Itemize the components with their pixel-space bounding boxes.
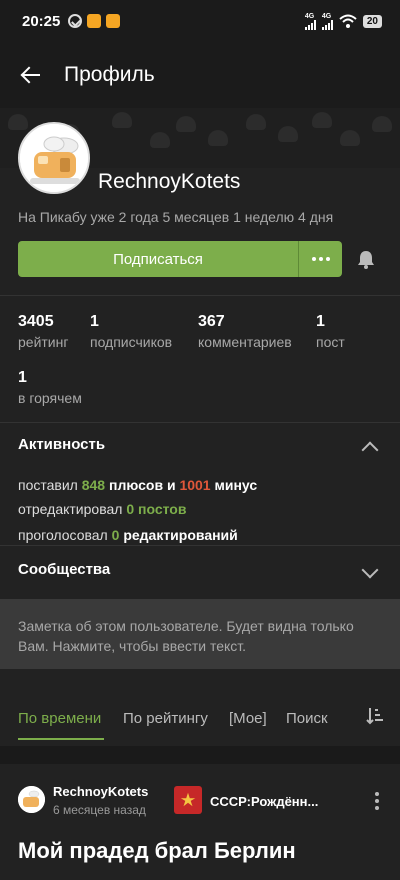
stat-label: комментариев	[198, 334, 292, 350]
banner-pattern-icon	[312, 112, 332, 128]
banner-pattern-icon	[246, 114, 266, 130]
community-icon[interactable]	[174, 786, 202, 814]
activity-title[interactable]: Активность	[18, 436, 105, 453]
tab-by-rating[interactable]: По рейтингу	[123, 710, 208, 727]
stat-value: 1	[90, 313, 99, 330]
status-notification-icons	[68, 14, 121, 28]
stat-hot[interactable]: 1 в горячем	[18, 369, 82, 406]
subscribe-group: Подписаться	[18, 241, 342, 277]
divider	[0, 295, 400, 296]
post-community[interactable]: СССР:Рождённ...	[210, 794, 318, 809]
profile-since: На Пикабу уже 2 года 5 месяцев 1 неделю …	[18, 209, 334, 225]
stat-value: 1	[18, 369, 27, 386]
stat-value: 3405	[18, 313, 54, 330]
post-author[interactable]: RechnoyKotets	[53, 784, 148, 799]
stat-value: 1	[316, 313, 325, 330]
bell-icon[interactable]	[357, 249, 375, 269]
stat-label: пост	[316, 334, 345, 350]
stat-label: подписчиков	[90, 334, 173, 350]
status-right-icons: 4G 4G 20	[304, 13, 382, 30]
status-bar: 20:25 4G 4G 20	[0, 0, 400, 42]
page-title: Профиль	[64, 63, 155, 86]
telegram-icon	[68, 14, 83, 28]
post-author-avatar[interactable]	[18, 786, 45, 813]
communities-title[interactable]: Сообщества	[18, 561, 110, 578]
profile-username: RechnoyKotets	[98, 170, 241, 193]
wifi-icon	[339, 14, 357, 28]
stat-label: в горячем	[18, 390, 82, 406]
banner-pattern-icon	[208, 130, 228, 146]
stat-rating: 3405 рейтинг	[18, 313, 68, 350]
stat-value: 367	[198, 313, 225, 330]
tab-mine[interactable]: [Мое]	[229, 710, 267, 727]
subscribe-button[interactable]: Подписаться	[18, 241, 298, 277]
banner-pattern-icon	[278, 126, 298, 142]
activity-edits: отредактировал 0 постов	[18, 501, 187, 517]
avatar-image	[18, 786, 45, 813]
banner-pattern-icon	[8, 114, 28, 130]
kebab-menu-icon[interactable]	[375, 792, 379, 810]
chevron-up-icon[interactable]	[361, 441, 379, 459]
app-bar: Профиль	[0, 42, 400, 108]
post-time: 6 месяцев назад	[53, 803, 146, 817]
banner-pattern-icon	[176, 116, 196, 132]
activity-votes: поставил 848 плюсов и 1001 минус	[18, 477, 258, 493]
banner-pattern-icon	[372, 116, 392, 132]
notification-badge-icon	[87, 14, 102, 28]
stat-label: рейтинг	[18, 334, 69, 350]
post-card[interactable]: RechnoyKotets 6 месяцев назад СССР:Рождё…	[0, 764, 400, 880]
user-note-field[interactable]: Заметка об этом пользователе. Будет видн…	[0, 599, 400, 669]
feed-gap	[0, 746, 400, 764]
banner-pattern-icon	[340, 130, 360, 146]
more-dots-icon[interactable]	[298, 241, 342, 277]
status-time: 20:25	[22, 12, 61, 30]
tab-by-time[interactable]: По времени	[18, 710, 101, 727]
banner-pattern-icon	[112, 112, 132, 128]
post-tabs: По времени По рейтингу [Мое] Поиск	[0, 688, 400, 746]
chevron-down-icon[interactable]	[361, 561, 379, 579]
sort-icon[interactable]	[366, 706, 384, 726]
notification-badge-icon	[106, 14, 121, 28]
divider	[0, 422, 400, 423]
banner-pattern-icon	[150, 132, 170, 148]
stat-posts[interactable]: 1 пост	[316, 313, 345, 350]
battery-icon: 20	[362, 14, 382, 28]
signal-icon: 4G	[321, 13, 333, 30]
stat-comments[interactable]: 367 комментариев	[198, 313, 292, 350]
active-tab-indicator	[18, 738, 104, 740]
tab-search[interactable]: Поиск	[286, 710, 328, 727]
post-title[interactable]: Мой прадед брал Берлин	[18, 838, 296, 864]
avatar[interactable]	[18, 122, 90, 194]
stat-subscribers[interactable]: 1 подписчиков	[90, 313, 172, 350]
signal-icon: 4G	[304, 13, 316, 30]
activity-edit-votes: проголосовал 0 редактирований	[18, 527, 238, 543]
back-arrow-icon[interactable]	[20, 63, 44, 87]
divider	[0, 545, 400, 546]
